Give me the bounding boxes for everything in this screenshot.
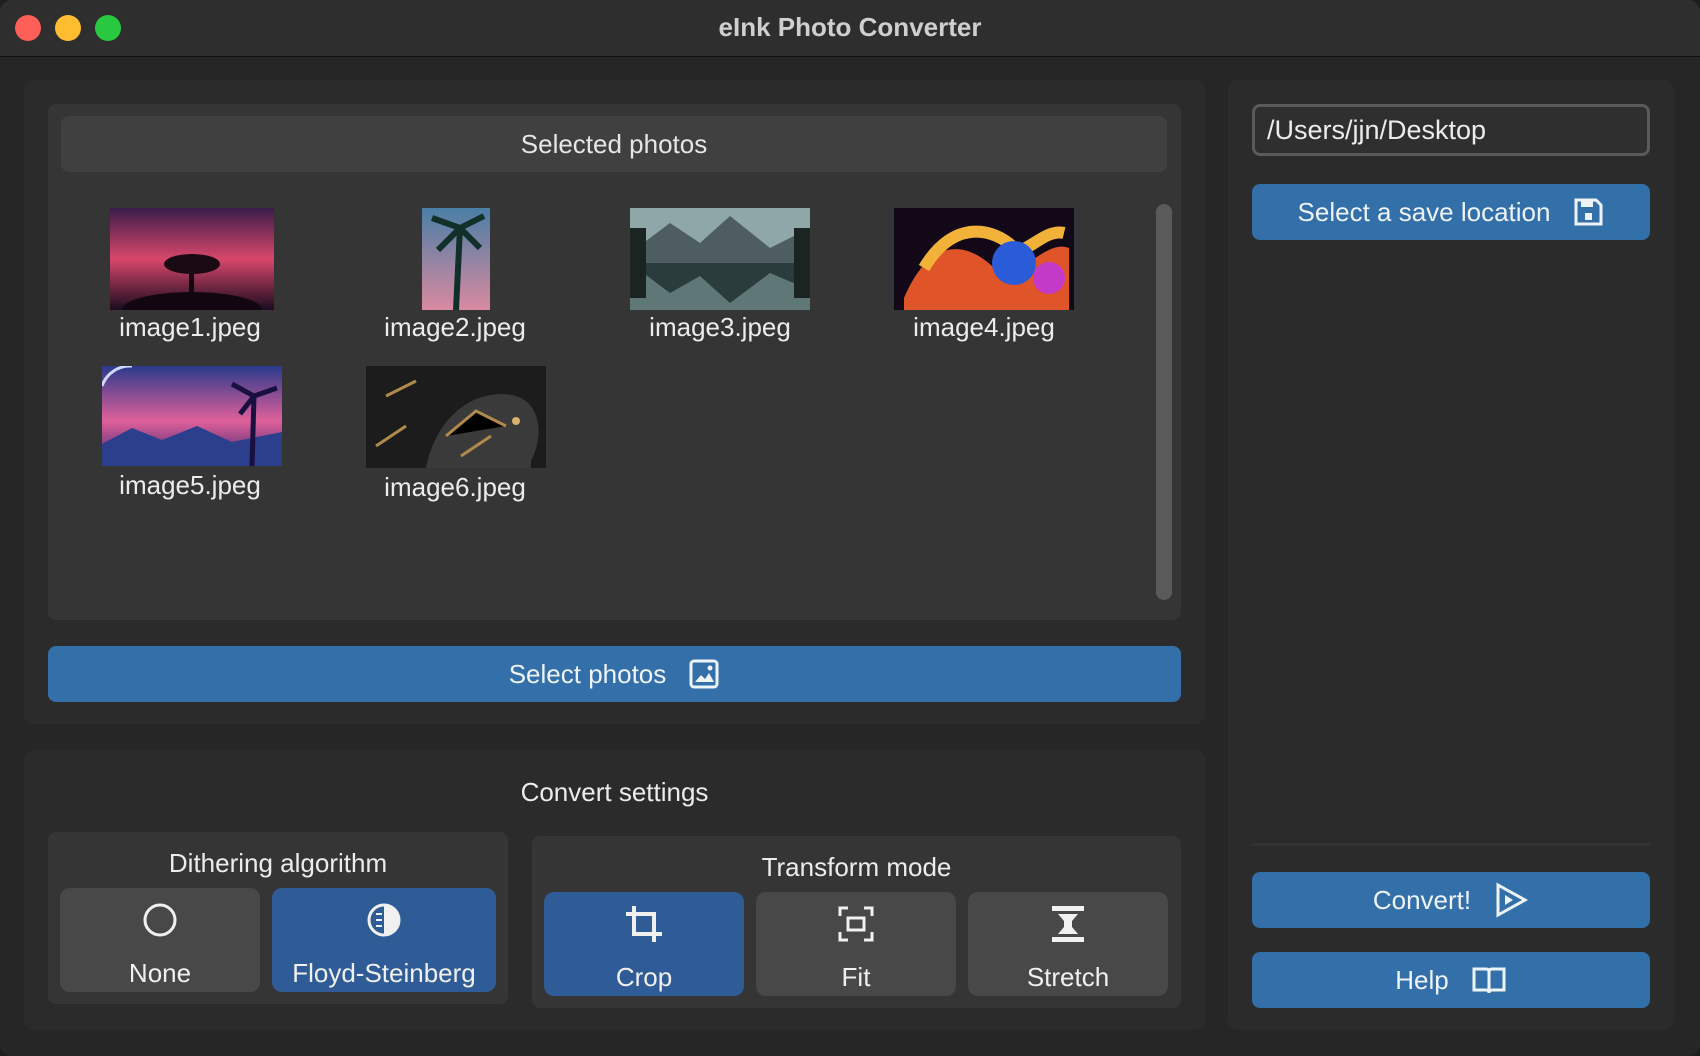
title-bar: eInk Photo Converter	[0, 0, 1700, 57]
photos-scrollbar[interactable]	[1156, 204, 1172, 600]
transform-option-fit[interactable]: Fit	[756, 892, 956, 996]
photos-list	[48, 104, 1181, 620]
save-icon	[1572, 196, 1604, 228]
photo-name-1: image1.jpeg	[119, 312, 261, 342]
crop-icon	[624, 902, 664, 946]
photo-name-6: image6.jpeg	[384, 472, 526, 502]
transform-option-crop[interactable]: Crop	[544, 892, 744, 996]
photo-thumbnail-2[interactable]	[422, 208, 490, 310]
convert-settings-title: Convert settings	[520, 777, 709, 807]
actions-divider	[1252, 843, 1650, 846]
select-photos-label: Select photos	[508, 658, 667, 689]
save-path-field[interactable]	[1252, 104, 1650, 156]
transform-option-stretch-label: Stretch	[1026, 962, 1110, 992]
dithering-option-none-label: None	[128, 958, 192, 988]
convert-button[interactable]: Convert!	[1252, 872, 1650, 928]
photo-thumbnail-4[interactable]	[894, 208, 1074, 310]
transform-option-stretch[interactable]: Stretch	[968, 892, 1168, 996]
photo-name-2: image2.jpeg	[384, 312, 526, 342]
play-icon	[1493, 882, 1529, 918]
photo-thumbnail-1[interactable]	[110, 208, 274, 310]
transform-option-crop-label: Crop	[615, 962, 673, 992]
select-photos-button[interactable]: Select photos	[48, 646, 1181, 702]
circle-icon	[142, 898, 178, 942]
dithering-option-none[interactable]: None	[60, 888, 260, 992]
transform-option-fit-label: Fit	[841, 962, 871, 992]
photo-thumbnail-5[interactable]	[102, 366, 282, 466]
photo-thumbnail-6[interactable]	[366, 366, 546, 468]
photos-header: Selected photos	[61, 116, 1167, 172]
contrast-icon	[366, 898, 402, 942]
book-icon	[1471, 964, 1507, 996]
help-button[interactable]: Help	[1252, 952, 1650, 1008]
transform-title: Transform mode	[761, 852, 952, 882]
dithering-option-floyd-steinberg[interactable]: Floyd-Steinberg	[272, 888, 496, 992]
image-icon	[688, 658, 720, 690]
convert-label: Convert!	[1372, 884, 1472, 915]
select-save-location-button[interactable]: Select a save location	[1252, 184, 1650, 240]
window-title: eInk Photo Converter	[718, 12, 982, 42]
stretch-icon	[1048, 902, 1088, 946]
photo-name-4: image4.jpeg	[913, 312, 1055, 342]
fit-icon	[836, 902, 876, 946]
dithering-title: Dithering algorithm	[168, 848, 388, 878]
app-window: eInk Photo Converter Selected photos ima…	[0, 0, 1700, 1056]
select-save-location-label: Select a save location	[1297, 196, 1551, 227]
photo-name-5: image5.jpeg	[119, 470, 261, 500]
help-label: Help	[1395, 964, 1449, 995]
photo-thumbnail-3[interactable]	[630, 208, 810, 310]
dithering-option-floyd-steinberg-label: Floyd-Steinberg	[292, 958, 476, 988]
photo-name-3: image3.jpeg	[649, 312, 791, 342]
